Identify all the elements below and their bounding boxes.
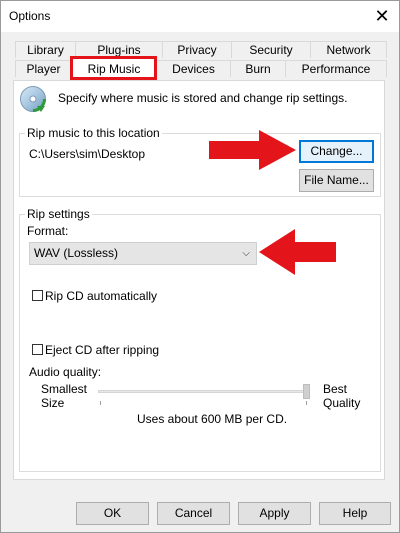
- tab-burn[interactable]: Burn: [230, 60, 286, 77]
- format-select[interactable]: WAV (Lossless) ⌵: [29, 242, 257, 265]
- quality-min-label-1: Smallest: [41, 382, 88, 396]
- options-dialog: Options ✕ Library Plug-ins Privacy Secur…: [0, 0, 400, 533]
- quality-min-label-2: Size: [41, 396, 65, 410]
- eject-cd-checkbox[interactable]: [32, 344, 43, 355]
- file-name-button[interactable]: File Name...: [299, 169, 374, 192]
- tab-security[interactable]: Security: [231, 41, 311, 58]
- annotation-highlight-box: [70, 56, 157, 80]
- rip-cd-auto-checkbox[interactable]: [32, 290, 43, 301]
- rip-cd-auto-label: Rip CD automatically: [45, 289, 158, 303]
- slider-handle[interactable]: [303, 384, 310, 399]
- rip-settings-group-label: Rip settings: [25, 207, 92, 221]
- help-button[interactable]: Help: [319, 502, 391, 525]
- tab-network[interactable]: Network: [310, 41, 387, 58]
- format-select-value: WAV (Lossless): [34, 246, 119, 260]
- annotation-arrow-format: [259, 229, 336, 275]
- slider-tick: [100, 401, 101, 405]
- change-button[interactable]: Change...: [299, 140, 374, 163]
- location-group-label: Rip music to this location: [25, 126, 162, 140]
- intro-text: Specify where music is stored and change…: [58, 91, 348, 105]
- rip-location-path: C:\Users\sim\Desktop: [29, 147, 146, 161]
- title-bar: Options ✕: [1, 1, 399, 32]
- close-icon[interactable]: ✕: [365, 1, 399, 32]
- tab-performance[interactable]: Performance: [285, 60, 387, 77]
- quality-max-label-1: Best: [323, 382, 348, 396]
- annotation-arrow-change: [209, 130, 296, 170]
- audio-quality-label: Audio quality:: [29, 365, 102, 379]
- cd-icon: [20, 86, 46, 112]
- cancel-button[interactable]: Cancel: [157, 502, 230, 525]
- chevron-down-icon: ⌵: [242, 248, 250, 259]
- tab-library[interactable]: Library: [15, 41, 76, 58]
- slider-tick: [306, 401, 307, 405]
- ok-button[interactable]: OK: [76, 502, 149, 525]
- quality-max-label-2: Quality: [323, 396, 361, 410]
- tab-devices[interactable]: Devices: [156, 60, 231, 77]
- window-title: Options: [9, 9, 51, 23]
- apply-button[interactable]: Apply: [238, 502, 311, 525]
- usage-text: Uses about 600 MB per CD.: [137, 412, 288, 426]
- tab-player[interactable]: Player: [15, 60, 72, 77]
- tab-privacy[interactable]: Privacy: [162, 41, 232, 58]
- audio-quality-slider[interactable]: [98, 390, 310, 393]
- eject-cd-label: Eject CD after ripping: [45, 343, 160, 357]
- format-label: Format:: [27, 224, 69, 238]
